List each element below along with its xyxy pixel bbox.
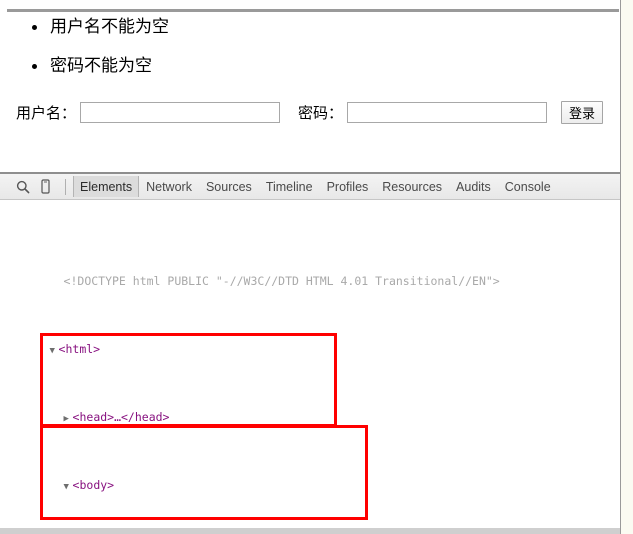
tab-network[interactable]: Network: [139, 176, 199, 197]
search-icon[interactable]: [12, 177, 34, 197]
expand-arrow-icon[interactable]: ▼: [64, 479, 73, 496]
horizontal-rule: [7, 9, 619, 12]
error-message-list: 用户名不能为空 密码不能为空: [0, 17, 600, 95]
username-input[interactable]: [80, 101, 281, 123]
dom-row-html[interactable]: ▼ <html>: [0, 324, 620, 356]
error-text-username: 用户名不能为空: [50, 17, 169, 37]
password-input[interactable]: [347, 101, 548, 123]
tab-audits[interactable]: Audits: [449, 176, 498, 197]
dom-row-head[interactable]: ▶ <head>…</head>: [0, 392, 620, 424]
login-button[interactable]: 登录: [561, 100, 604, 124]
dom-tree[interactable]: <!DOCTYPE html PUBLIC "-//W3C//DTD HTML …: [0, 200, 620, 534]
collapse-arrow-icon[interactable]: ▶: [64, 411, 73, 428]
tab-console[interactable]: Console: [498, 176, 558, 197]
expand-arrow-icon[interactable]: ▼: [50, 343, 59, 360]
tab-profiles[interactable]: Profiles: [320, 176, 376, 197]
toolbar-divider: [65, 178, 66, 195]
device-phone-icon[interactable]: [34, 177, 56, 197]
tag-body: <body>: [72, 478, 115, 492]
dom-row-div-selected[interactable]: ▼<div>: [0, 528, 620, 534]
list-item: 密码不能为空: [0, 56, 600, 76]
tag-html: <html>: [58, 342, 101, 356]
browser-page-content: 用户名不能为空 密码不能为空 用户名： 密码： 登录: [0, 0, 621, 172]
tab-timeline[interactable]: Timeline: [259, 176, 320, 197]
tab-sources[interactable]: Sources: [199, 176, 259, 197]
doctype-text: <!DOCTYPE html PUBLIC "-//W3C//DTD HTML …: [63, 274, 500, 288]
tab-resources[interactable]: Resources: [375, 176, 449, 197]
dom-row-body[interactable]: ▼ <body>: [0, 460, 620, 492]
username-label: 用户名：: [16, 103, 77, 122]
tag-head: <head>…</head>: [72, 410, 170, 424]
list-item: 用户名不能为空: [0, 17, 600, 37]
login-form: 用户名： 密码： 登录: [16, 99, 616, 125]
error-text-password: 密码不能为空: [50, 56, 152, 76]
dom-row-doctype: <!DOCTYPE html PUBLIC "-//W3C//DTD HTML …: [0, 256, 620, 288]
password-label: 密码：: [298, 103, 344, 122]
tab-elements[interactable]: Elements: [73, 176, 140, 197]
devtools-panel: Elements Network Sources Timeline Profil…: [0, 172, 621, 534]
devtools-toolbar: Elements Network Sources Timeline Profil…: [0, 172, 620, 200]
